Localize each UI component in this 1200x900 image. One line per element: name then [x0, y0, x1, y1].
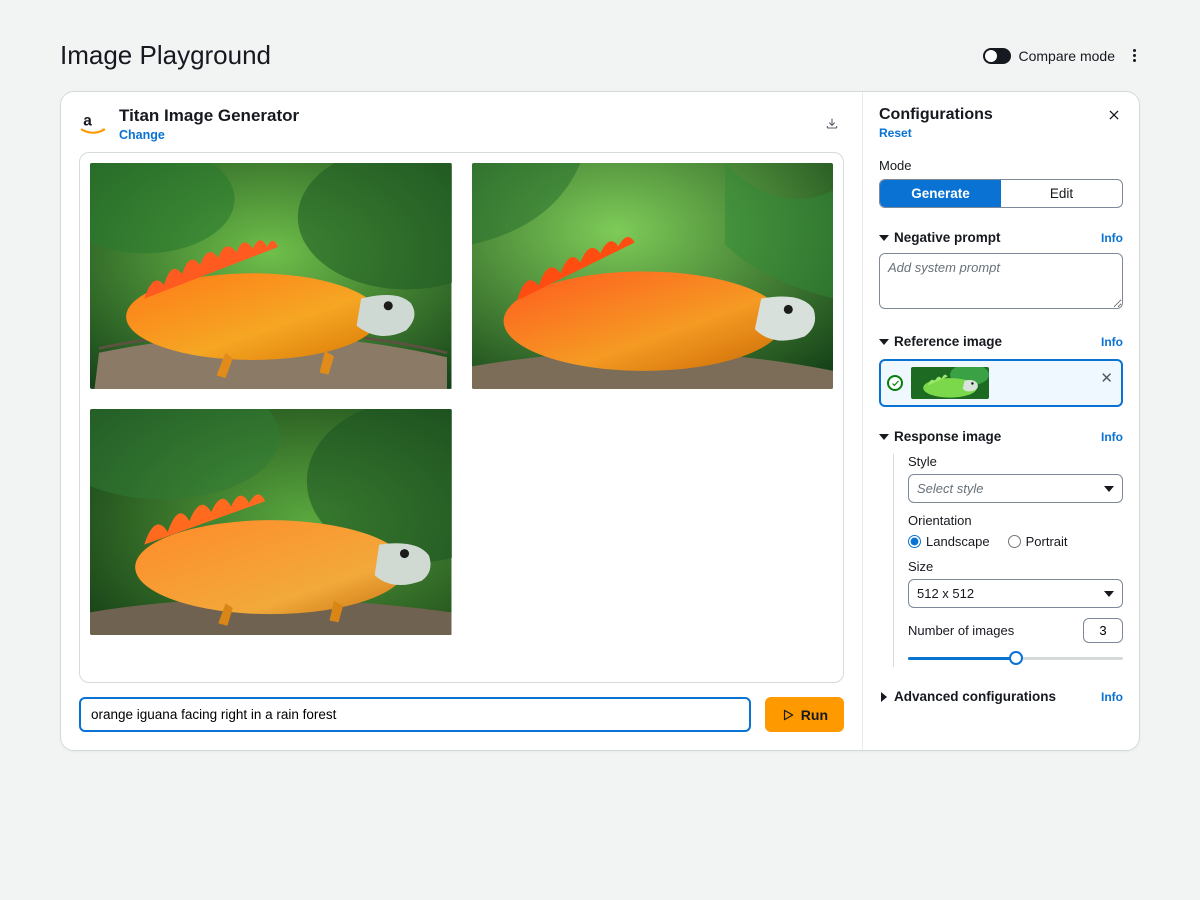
reference-thumbnail[interactable]	[911, 367, 989, 399]
advanced-config-label: Advanced configurations	[894, 689, 1056, 704]
orientation-portrait-radio[interactable]: Portrait	[1008, 534, 1068, 549]
download-icon[interactable]	[820, 112, 844, 136]
amazon-logo-icon: a	[79, 110, 107, 138]
change-model-link[interactable]: Change	[119, 128, 165, 142]
negative-prompt-section-header[interactable]: Negative prompt Info	[879, 230, 1123, 245]
mode-label: Mode	[879, 158, 1123, 173]
chevron-down-icon	[879, 235, 889, 241]
response-image-info-link[interactable]: Info	[1101, 430, 1123, 444]
reference-image-info-link[interactable]: Info	[1101, 335, 1123, 349]
chevron-right-icon	[881, 692, 887, 702]
orientation-landscape-label: Landscape	[926, 534, 990, 549]
chevron-down-icon	[879, 339, 889, 345]
chevron-down-icon	[1104, 591, 1114, 597]
reference-image-box: ✕	[879, 359, 1123, 407]
close-config-button[interactable]	[1105, 106, 1123, 127]
orientation-portrait-label: Portrait	[1026, 534, 1068, 549]
response-image-section-header[interactable]: Response image Info	[879, 429, 1123, 444]
negative-prompt-label: Negative prompt	[894, 230, 1001, 245]
run-button[interactable]: Run	[765, 697, 844, 732]
mode-segment: Generate Edit	[879, 179, 1123, 208]
more-actions-icon[interactable]	[1129, 45, 1140, 66]
size-label: Size	[908, 559, 1123, 574]
num-images-input[interactable]	[1083, 618, 1123, 643]
style-select-placeholder: Select style	[917, 481, 983, 496]
orientation-landscape-radio[interactable]: Landscape	[908, 534, 990, 549]
style-select[interactable]: Select style	[908, 474, 1123, 503]
orientation-label: Orientation	[908, 513, 1123, 528]
remove-reference-button[interactable]: ✕	[1100, 369, 1113, 387]
num-images-slider[interactable]	[908, 649, 1123, 667]
close-icon	[1107, 108, 1121, 122]
prompt-input[interactable]	[79, 697, 751, 732]
negative-prompt-input[interactable]	[879, 253, 1123, 309]
configurations-title: Configurations	[879, 106, 993, 124]
reset-link[interactable]: Reset	[879, 126, 912, 140]
result-image[interactable]	[90, 163, 452, 389]
reference-image-label: Reference image	[894, 334, 1002, 349]
chevron-down-icon	[1104, 486, 1114, 492]
size-select[interactable]: 512 x 512	[908, 579, 1123, 608]
run-button-label: Run	[801, 707, 828, 723]
response-image-label: Response image	[894, 429, 1001, 444]
num-images-label: Number of images	[908, 623, 1014, 638]
model-name: Titan Image Generator	[119, 106, 299, 126]
mode-edit-button[interactable]: Edit	[1001, 180, 1122, 207]
check-icon	[887, 375, 903, 391]
svg-text:a: a	[83, 112, 92, 129]
result-image[interactable]	[472, 163, 834, 389]
compare-mode-label: Compare mode	[1019, 48, 1116, 64]
negative-prompt-info-link[interactable]: Info	[1101, 231, 1123, 245]
play-icon	[781, 708, 795, 722]
result-image[interactable]	[90, 409, 452, 635]
compare-mode-toggle[interactable]	[983, 48, 1011, 64]
chevron-down-icon	[879, 434, 889, 440]
style-label: Style	[908, 454, 1123, 469]
advanced-config-section-header[interactable]: Advanced configurations Info	[879, 689, 1123, 704]
page-title: Image Playground	[60, 40, 271, 71]
reference-image-section-header[interactable]: Reference image Info	[879, 334, 1123, 349]
mode-generate-button[interactable]: Generate	[880, 180, 1001, 207]
results-area	[79, 152, 844, 683]
advanced-config-info-link[interactable]: Info	[1101, 690, 1123, 704]
size-select-value: 512 x 512	[917, 586, 974, 601]
